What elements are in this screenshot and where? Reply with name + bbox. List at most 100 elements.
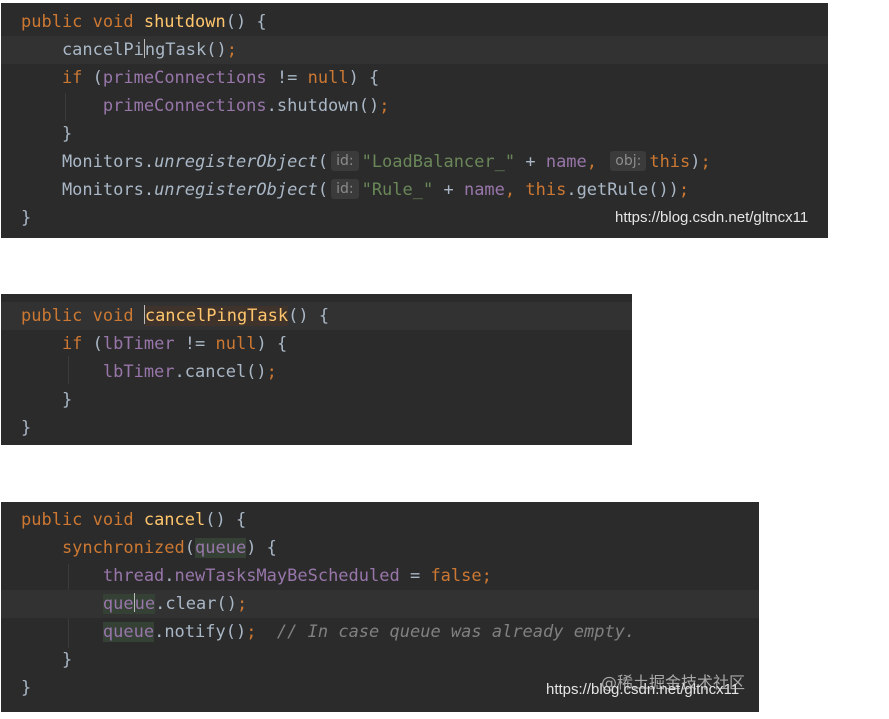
code-text: Monitors.unregisterObject(id: "LoadBalanc… [21,148,711,176]
code-text: } [21,386,72,414]
code-token: ; [700,152,711,172]
code-token: primeConnections [21,96,267,116]
parameter-hint: obj: [610,151,647,171]
parameter-hint: id: [331,151,359,171]
code-token: shutdown [143,12,226,32]
code-token: Monitors. [21,152,155,172]
code-token: () { [225,12,267,32]
code-token: newTasksMayBeScheduled [174,566,400,586]
code-token: name [545,152,587,172]
code-line[interactable]: if (primeConnections != null) { [1,64,828,92]
code-line[interactable]: thread.newTasksMayBeScheduled = false; [1,562,759,590]
code-token: } [21,390,73,410]
code-token: que [102,594,134,614]
code-token: queue [195,538,247,558]
code-line[interactable]: Monitors.unregisterObject(id: "LoadBalanc… [1,148,828,176]
code-token: cancelPi [21,40,144,60]
code-token: lbTimer [102,334,175,354]
code-text: } [21,674,31,702]
watermark: https://blog.csdn.net/gltncx11 [615,209,809,226]
code-token: } [21,418,32,438]
code-text: } [21,646,72,674]
code-token: ) { [348,68,380,88]
code-token: unregisterObject [154,152,318,172]
code-line[interactable]: synchronized(queue) { [1,534,759,562]
code-text: public void cancel() { [21,506,246,534]
code-token: public void [21,306,144,326]
code-token: public void [21,510,144,530]
code-token: .cancel() [174,362,267,382]
code-token: ue [134,594,156,614]
code-line[interactable]: primeConnections.shutdown(); [1,92,828,120]
code-token: queue [102,622,155,642]
code-token: () { [288,306,330,326]
code-line[interactable]: queue.notify(); // In case queue was alr… [1,618,759,646]
code-line[interactable]: public void shutdown() { [1,8,828,36]
code-text: queue.clear(); [21,590,247,618]
code-token: ; [266,362,277,382]
code-token: unregisterObject [154,180,318,200]
code-panel-cancel: public void cancel() { synchronized(queu… [1,502,759,712]
code-token: // In case queue was already empty. [276,622,636,642]
code-token: null [215,334,257,354]
code-panel-cancelpingtask: public void cancelPingTask() { if (lbTim… [1,294,632,445]
code-token: ; [236,594,248,614]
code-token: } [21,678,32,698]
code-token: ; [678,180,690,200]
code-token: ( [317,152,329,172]
code-text: lbTimer.cancel(); [21,358,277,386]
code-token: ; [226,40,237,60]
code-token: ) [690,152,701,172]
code-token: null [307,68,349,88]
code-line[interactable]: lbTimer.cancel(); [1,358,632,386]
code-token: "LoadBalancer_" [361,152,516,172]
code-token: .shutdown() [266,96,380,116]
code-line[interactable]: cancelPingTask(); [1,36,828,64]
code-text: } [21,204,31,232]
code-token: } [21,124,73,144]
parameter-hint: id: [331,179,359,199]
code-token: () { [205,510,247,530]
code-text: synchronized(queue) { [21,534,277,562]
code-token: thread [21,566,165,586]
code-token: } [21,650,73,670]
code-line[interactable]: if (lbTimer != null) { [1,330,632,358]
code-token: .clear() [155,594,237,614]
code-token: ) { [256,334,288,354]
code-token: name [463,180,505,200]
code-token: false; [430,566,492,586]
code-token: .notify() [154,622,247,642]
code-token: , [586,152,608,172]
code-text: primeConnections.shutdown(); [21,92,390,120]
code-token: ( [184,538,196,558]
code-token: = [399,566,431,586]
code-token: synchronized [21,538,185,558]
code-token: ngTask() [144,40,227,60]
code-token: lbTimer [21,362,175,382]
juejin-watermark: @稀土掘金技术社区 [600,673,745,692]
code-text: } [21,414,31,442]
code-token: cancel [143,510,206,530]
code-token: ( [92,334,103,354]
code-token: ( [92,68,103,88]
code-line[interactable]: public void cancel() { [1,506,759,534]
code-line[interactable]: } [1,386,632,414]
code-token: if [21,334,93,354]
code-token: if [21,68,93,88]
code-token: .getRule()) [566,180,679,200]
code-panel-shutdown: public void shutdown() { cancelPingTask(… [1,3,828,238]
code-line[interactable]: public void cancelPingTask() { [1,302,632,330]
code-token: ) { [246,538,277,558]
code-text: cancelPingTask(); [21,36,237,64]
code-text: queue.notify(); // In case queue was alr… [21,618,635,646]
code-line[interactable]: Monitors.unregisterObject(id: "Rule_" + n… [1,176,828,204]
code-text: } [21,120,72,148]
code-line[interactable]: queue.clear(); [1,590,759,618]
code-token: } [21,208,32,228]
code-token: ; [246,622,277,642]
code-token: cancelPingTask [144,306,289,326]
code-token: public void [21,12,144,32]
code-line[interactable]: } [1,120,828,148]
code-line[interactable]: } [1,414,632,442]
